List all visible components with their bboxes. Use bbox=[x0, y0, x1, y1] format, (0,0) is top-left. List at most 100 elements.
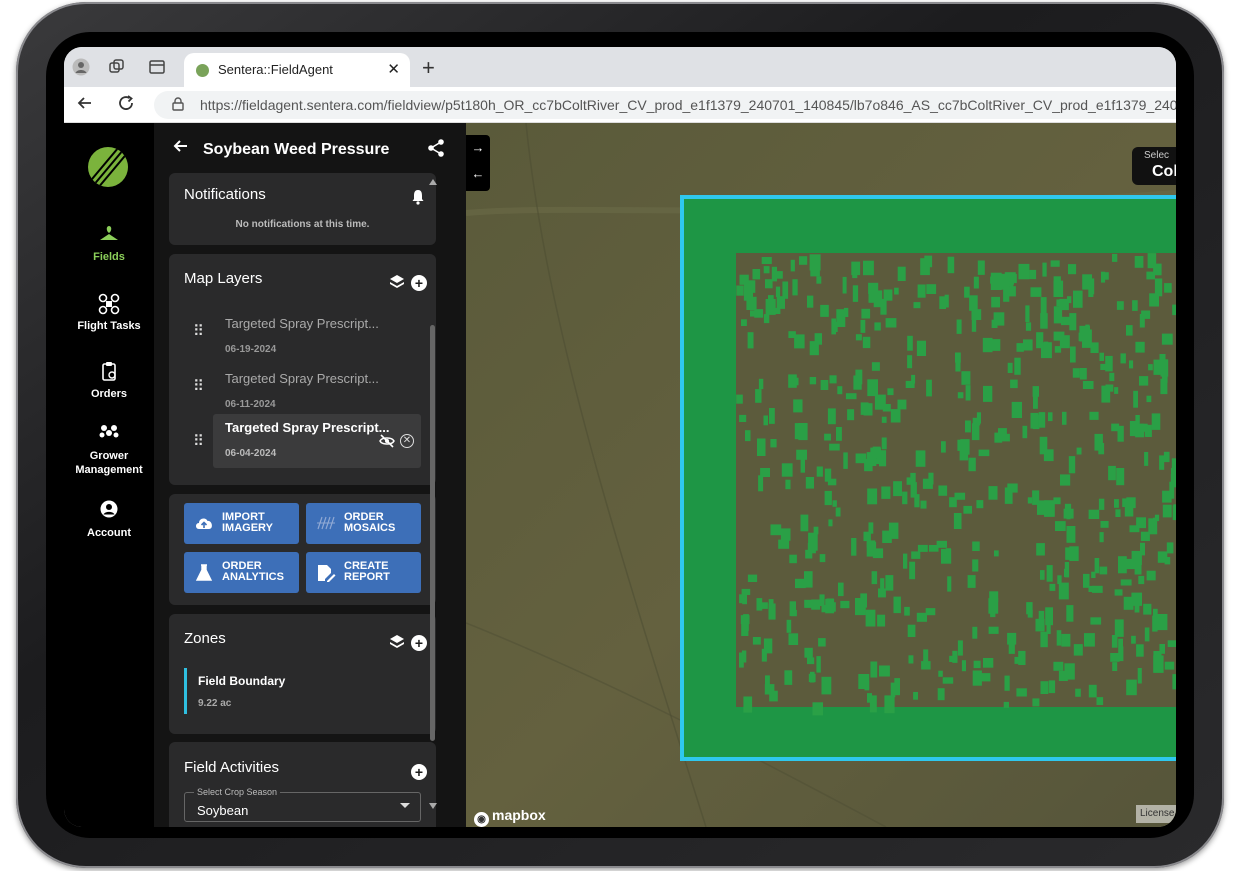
weed-patch bbox=[926, 379, 932, 397]
panel-toggle[interactable]: → ← bbox=[466, 135, 490, 191]
add-activity-icon[interactable]: + bbox=[411, 764, 427, 780]
weed-patch bbox=[878, 588, 886, 598]
workspaces-icon[interactable] bbox=[108, 58, 126, 76]
weed-patch bbox=[1114, 499, 1119, 508]
weed-patch bbox=[1072, 368, 1080, 378]
bell-icon[interactable] bbox=[411, 189, 425, 210]
weed-patch bbox=[869, 695, 877, 713]
layer-item[interactable]: Targeted Spray Prescript... 06-19-2024 bbox=[213, 310, 421, 364]
expand-right-icon[interactable]: → bbox=[466, 135, 490, 161]
notifications-card: Notifications No notifications at this t… bbox=[169, 173, 436, 245]
profile-icon[interactable] bbox=[72, 58, 90, 76]
weed-patch bbox=[1070, 346, 1076, 363]
clipboard-icon bbox=[64, 361, 154, 383]
drag-handle-icon[interactable]: ⠿ bbox=[193, 432, 204, 450]
weed-patch bbox=[978, 449, 990, 457]
new-tab-icon[interactable]: + bbox=[422, 55, 435, 81]
url-field[interactable]: https://fieldagent.sentera.com/fieldview… bbox=[154, 91, 1176, 119]
nav-item-grower-management[interactable]: Grower Management bbox=[64, 423, 154, 477]
weed-patch bbox=[1099, 532, 1104, 543]
season-selector[interactable]: Selec Col bbox=[1132, 147, 1176, 185]
weed-patch bbox=[1114, 589, 1123, 596]
add-layer-icon[interactable]: + bbox=[411, 275, 427, 291]
drag-handle-icon[interactable]: ⠿ bbox=[193, 377, 204, 395]
drag-handle-icon[interactable]: ⠿ bbox=[193, 322, 204, 340]
weed-patch bbox=[971, 309, 982, 320]
weed-patch bbox=[784, 670, 793, 685]
browser-tab[interactable]: Sentera::FieldAgent ✕ bbox=[184, 53, 410, 87]
reload-icon[interactable] bbox=[117, 94, 135, 117]
back-icon[interactable] bbox=[76, 94, 94, 117]
weed-patch bbox=[916, 340, 926, 356]
weed-patch bbox=[1090, 617, 1102, 625]
share-icon[interactable] bbox=[426, 138, 448, 160]
nav-item-flight-tasks[interactable]: Flight Tasks bbox=[64, 293, 154, 333]
weed-patch bbox=[879, 665, 890, 677]
nav-item-account[interactable]: Account bbox=[64, 500, 154, 540]
weed-patch bbox=[1136, 644, 1144, 657]
weed-patch bbox=[758, 378, 764, 390]
favicon-icon bbox=[196, 64, 209, 77]
weed-patch bbox=[867, 379, 878, 397]
weed-patch bbox=[871, 362, 880, 371]
weed-patch bbox=[1018, 263, 1030, 280]
weed-patch bbox=[939, 296, 946, 309]
weed-patch bbox=[818, 638, 826, 647]
weed-patch bbox=[1064, 568, 1069, 577]
add-zone-icon[interactable]: + bbox=[411, 635, 427, 651]
weed-patch bbox=[952, 650, 958, 663]
visibility-off-icon[interactable] bbox=[379, 434, 395, 448]
weed-patch bbox=[1167, 640, 1176, 647]
weed-patch bbox=[855, 334, 862, 341]
weed-patch bbox=[904, 606, 910, 616]
weed-patch bbox=[736, 394, 743, 404]
layer-item-selected[interactable]: Targeted Spray Prescript... 06-04-2024 ✕ bbox=[213, 414, 421, 468]
remove-layer-icon[interactable]: ✕ bbox=[400, 434, 414, 448]
weed-patch bbox=[758, 475, 764, 492]
back-arrow-icon[interactable] bbox=[172, 137, 190, 161]
license-link[interactable]: License bbox=[1136, 805, 1176, 823]
scroll-down-icon[interactable] bbox=[429, 803, 437, 809]
weed-patch bbox=[906, 477, 911, 485]
collapse-left-icon[interactable]: ← bbox=[466, 161, 490, 187]
nav-item-orders[interactable]: Orders bbox=[64, 361, 154, 401]
weed-patch bbox=[836, 427, 842, 441]
tab-actions-icon[interactable] bbox=[148, 58, 166, 76]
layers-icon[interactable] bbox=[389, 634, 407, 650]
weed-patch bbox=[852, 269, 858, 279]
weed-patch bbox=[836, 309, 846, 327]
weed-patch bbox=[860, 402, 869, 415]
weed-patch bbox=[776, 296, 785, 309]
weed-patch bbox=[983, 385, 993, 402]
weed-patch bbox=[752, 637, 761, 645]
weed-patch bbox=[1040, 570, 1045, 580]
tab-close-icon[interactable]: ✕ bbox=[387, 60, 400, 78]
panel-scrollbar[interactable] bbox=[426, 175, 440, 821]
weed-patch bbox=[747, 574, 758, 582]
weed-patch bbox=[1069, 546, 1079, 561]
nav-label-flight-tasks: Flight Tasks bbox=[77, 320, 141, 332]
weed-patch bbox=[1040, 681, 1049, 694]
weed-patch bbox=[1061, 633, 1071, 647]
zone-item[interactable]: Field Boundary 9.22 ac bbox=[184, 668, 424, 714]
scroll-thumb[interactable] bbox=[430, 325, 435, 741]
weed-patch bbox=[862, 336, 871, 349]
layer-item[interactable]: Targeted Spray Prescript... 06-11-2024 bbox=[213, 365, 421, 419]
weed-patch bbox=[885, 575, 894, 591]
weed-patch bbox=[1100, 521, 1109, 528]
weed-patch bbox=[793, 399, 803, 413]
map-view[interactable] bbox=[466, 123, 1176, 827]
weed-patch bbox=[914, 494, 920, 508]
weed-patch bbox=[1138, 575, 1145, 585]
import-imagery-button[interactable]: IMPORT IMAGERY bbox=[184, 503, 299, 544]
scroll-up-icon[interactable] bbox=[429, 179, 437, 185]
create-report-button[interactable]: CREATE REPORT bbox=[306, 552, 421, 593]
mapbox-attribution[interactable]: ◉ mapbox bbox=[474, 807, 546, 827]
layers-icon[interactable] bbox=[389, 274, 407, 290]
crop-season-select[interactable]: Select Crop Season Soybean bbox=[184, 787, 421, 822]
weed-patch bbox=[893, 596, 901, 614]
order-analytics-button[interactable]: ORDER ANALYTICS bbox=[184, 552, 299, 593]
weed-patch bbox=[972, 670, 982, 686]
nav-item-fields[interactable]: Fields bbox=[64, 224, 154, 264]
order-mosaics-button[interactable]: ORDER MOSAICS bbox=[306, 503, 421, 544]
